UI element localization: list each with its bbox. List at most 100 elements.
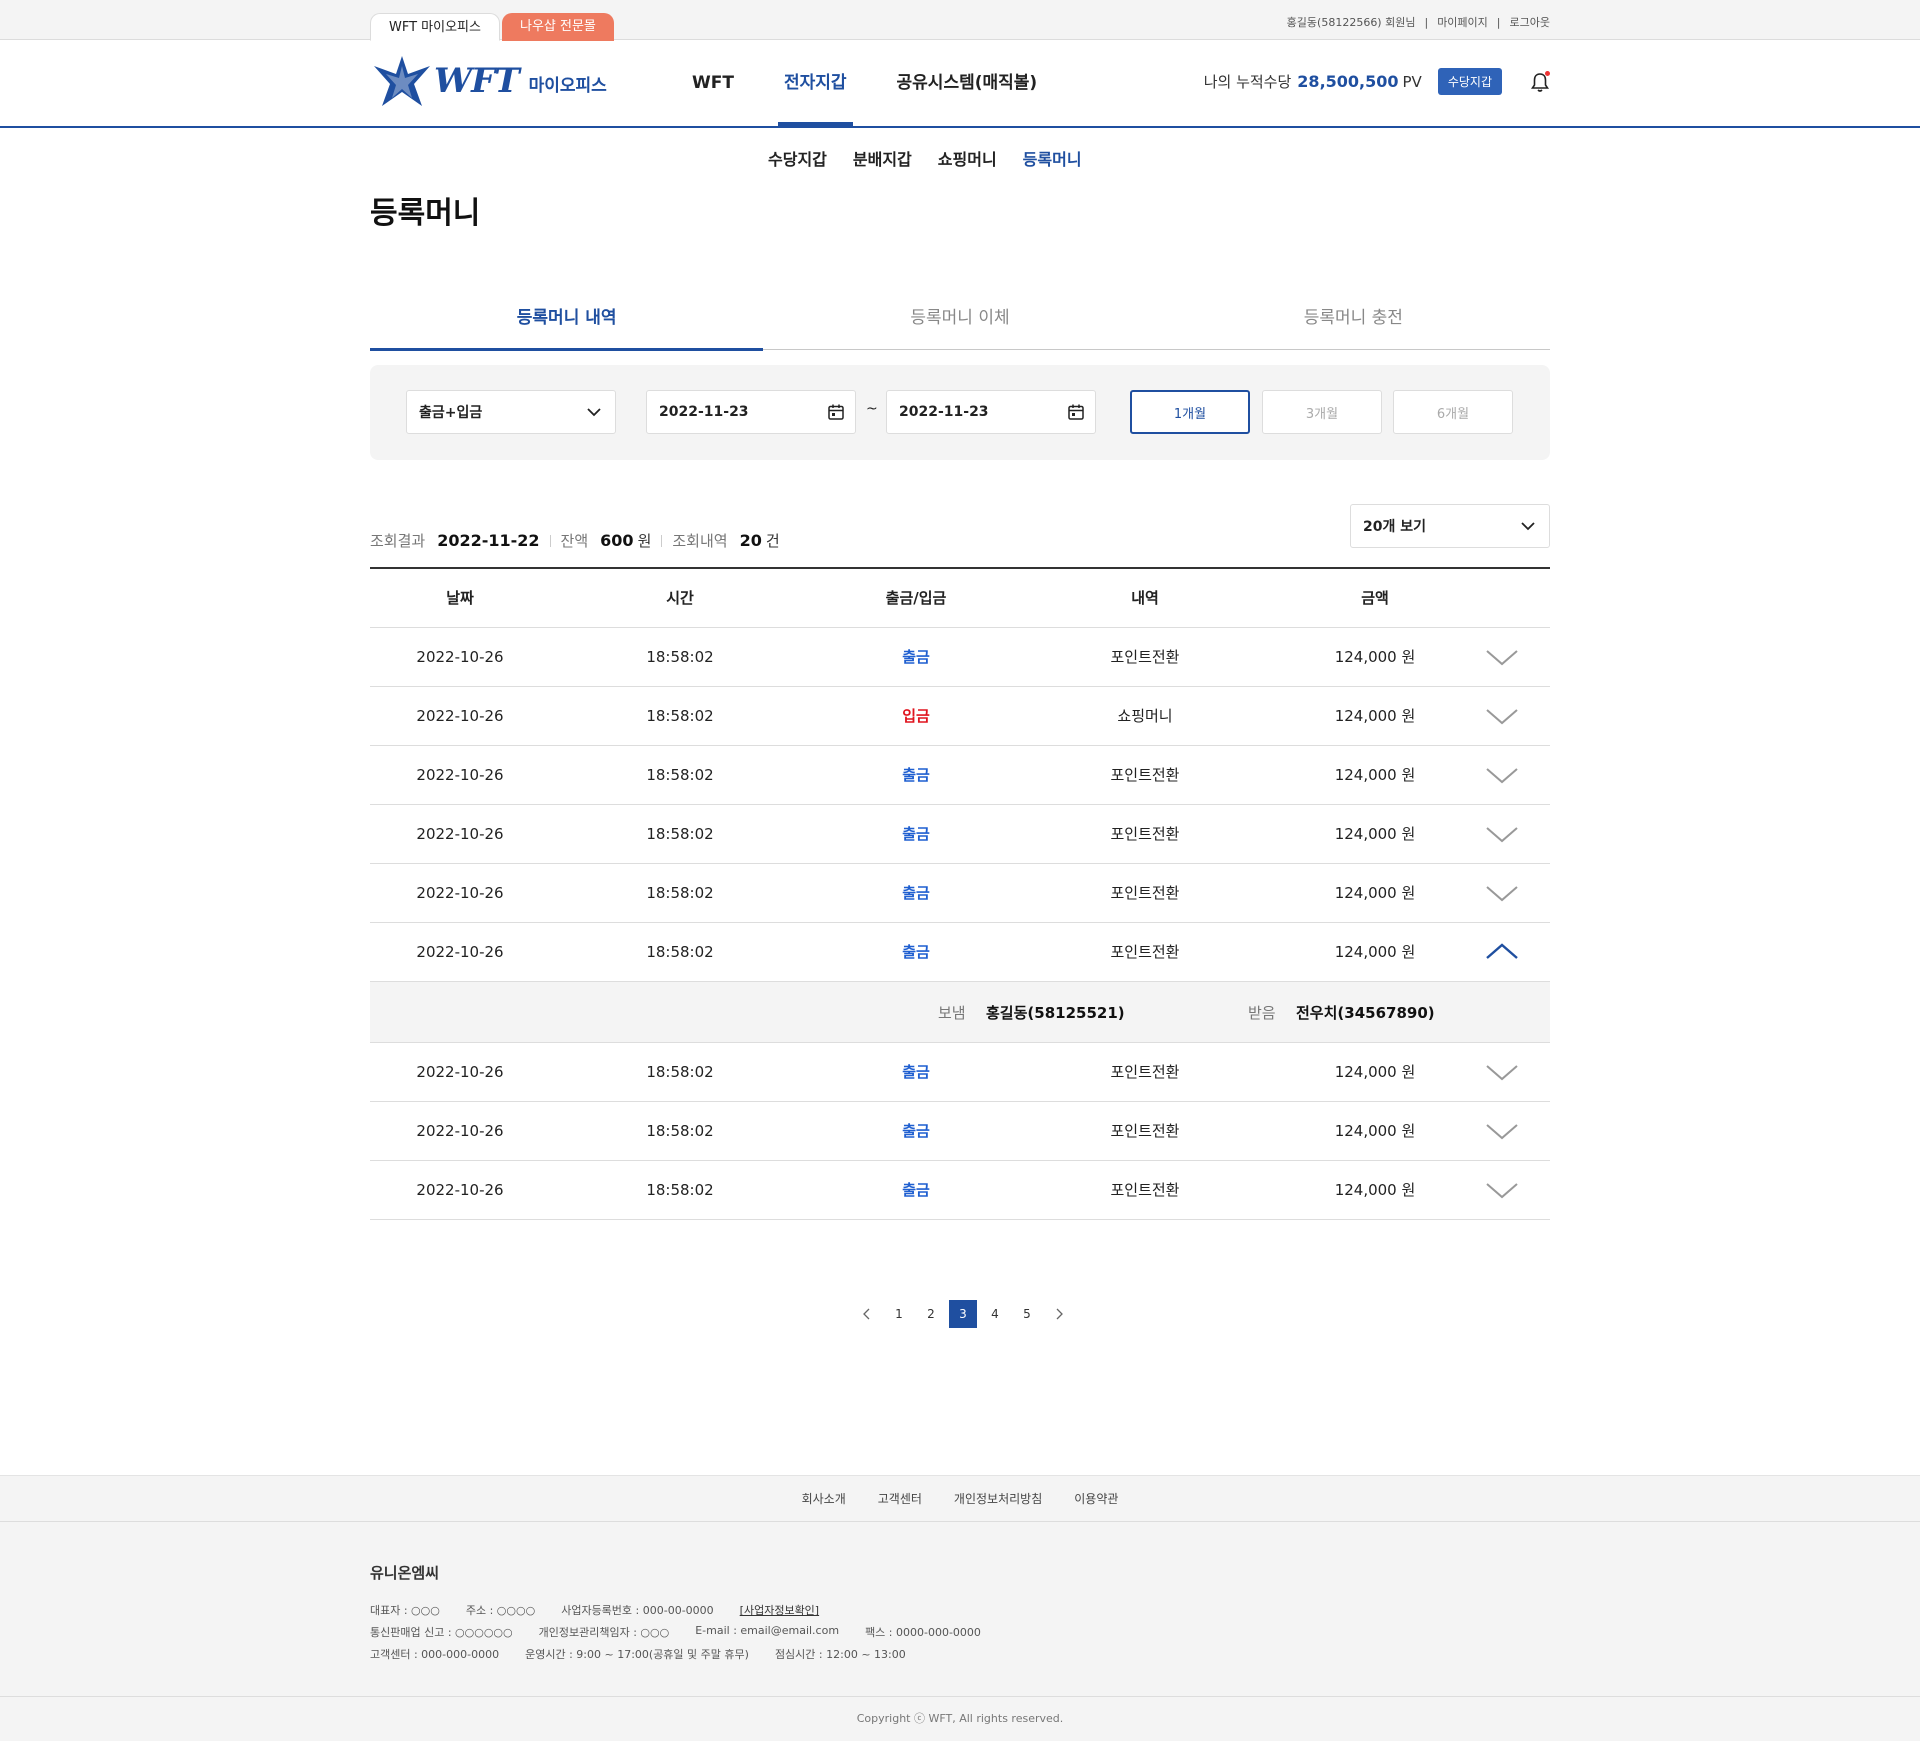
chevron-down-icon[interactable] — [1480, 1161, 1524, 1219]
row-time: 18:58:02 — [646, 884, 714, 902]
count-value: 20 — [739, 531, 762, 550]
result-summary: 조회결과 2022-11-22 잔액 600 원 조회내역 20 건 — [370, 530, 780, 551]
table-row[interactable]: 2022-10-26 18:58:02 출금 포인트전환 124,000 원 — [370, 923, 1550, 982]
footer-info: 유니온엠씨 대표자 : ○○○ 주소 : ○○○○ 사업자등록번호 : 000-… — [0, 1522, 1920, 1697]
chevron-down-icon[interactable] — [1480, 746, 1524, 804]
site-tabs: WFT 마이오피스 나우샵 전문몰 — [370, 13, 614, 41]
content-tabs: 등록머니 내역 등록머니 이체 등록머니 충전 — [370, 298, 1550, 351]
subnav-distribution-wallet[interactable]: 분배지갑 — [853, 146, 912, 170]
date-from-input[interactable]: 2022-11-23 — [646, 390, 856, 434]
row-amount: 124,000 원 — [1334, 766, 1416, 784]
date-range-separator: ~ — [866, 401, 878, 417]
row-time: 18:58:02 — [646, 825, 714, 843]
site-tab-myoffice[interactable]: WFT 마이오피스 — [370, 13, 500, 41]
chevron-down-icon[interactable] — [1480, 1043, 1524, 1101]
pagination: 1 2 3 4 5 — [853, 1300, 1077, 1328]
balance-label: 잔액 — [560, 532, 589, 550]
table-row[interactable]: 2022-10-26 18:58:02 출금 포인트전환 124,000 원 — [370, 1161, 1550, 1220]
footer-link-support[interactable]: 고객센터 — [878, 1490, 922, 1507]
table-row[interactable]: 2022-10-26 18:58:02 출금 포인트전환 124,000 원 — [370, 746, 1550, 805]
row-date: 2022-10-26 — [416, 1063, 504, 1081]
type-select[interactable]: 출금+입금 — [406, 390, 616, 434]
nav-item-wft[interactable]: WFT — [686, 40, 740, 126]
page-1[interactable]: 1 — [885, 1300, 913, 1328]
ceo: 대표자 : ○○○ — [370, 1604, 440, 1617]
site-tab-nowshop[interactable]: 나우샵 전문몰 — [501, 13, 614, 41]
chevron-down-icon[interactable] — [1480, 1102, 1524, 1160]
subnav-allowance-wallet[interactable]: 수당지갑 — [768, 146, 827, 170]
chevron-down-icon[interactable] — [1480, 687, 1524, 745]
footer-link-privacy[interactable]: 개인정보처리방침 — [954, 1490, 1042, 1507]
row-desc: 포인트전환 — [1110, 648, 1180, 666]
company-name: 유니온엠씨 — [370, 1564, 440, 1582]
table-row[interactable]: 2022-10-26 18:58:02 출금 포인트전환 124,000 원 — [370, 805, 1550, 864]
row-amount: 124,000 원 — [1334, 1181, 1416, 1199]
history-table: 날짜 시간 출금/입금 내역 금액 2022-10-26 18:58:02 출금 포인… — [370, 567, 1550, 1220]
mail-order-report: 통신판매업 신고 : ○○○○○○ — [370, 1626, 513, 1639]
row-time: 18:58:02 — [646, 707, 714, 725]
period-1month-button[interactable]: 1개월 — [1130, 390, 1250, 434]
result-label: 조회결과 — [370, 532, 426, 550]
table-row[interactable]: 2022-10-26 18:58:02 출금 포인트전환 124,000 원 — [370, 1102, 1550, 1161]
mypage-link[interactable]: 마이페이지 — [1437, 14, 1488, 30]
bell-icon[interactable] — [1530, 70, 1550, 93]
divider: | — [1424, 15, 1429, 29]
footer-link-terms[interactable]: 이용약관 — [1074, 1490, 1118, 1507]
page-4[interactable]: 4 — [981, 1300, 1009, 1328]
table-row[interactable]: 2022-10-26 18:58:02 출금 포인트전환 124,000 원 — [370, 864, 1550, 923]
divider — [549, 534, 551, 547]
chevron-up-icon[interactable] — [1480, 923, 1524, 981]
page-5[interactable]: 5 — [1013, 1300, 1041, 1328]
page-2[interactable]: 2 — [917, 1300, 945, 1328]
address: 주소 : ○○○○ — [465, 1604, 536, 1617]
logo-star-icon — [374, 56, 430, 106]
calendar-icon[interactable] — [827, 403, 845, 421]
page-3[interactable]: 3 — [949, 1300, 977, 1328]
footer-info-line: 통신판매업 신고 : ○○○○○○ 개인정보관리책임자 : ○○○ E-mail… — [370, 1624, 1007, 1640]
chevron-down-icon[interactable] — [1480, 805, 1524, 863]
logo-word: WFT — [434, 61, 520, 101]
period-6month-button[interactable]: 6개월 — [1393, 390, 1513, 434]
tab-history[interactable]: 등록머니 내역 — [370, 298, 764, 351]
logout-link[interactable]: 로그아웃 — [1510, 14, 1550, 30]
table-row[interactable]: 2022-10-26 18:58:02 출금 포인트전환 124,000 원 — [370, 628, 1550, 687]
next-page-icon[interactable] — [1045, 1300, 1073, 1328]
col-amount: 금액 — [1361, 589, 1389, 607]
sender-label: 보냄 — [938, 1004, 966, 1022]
row-type: 출금 — [902, 943, 930, 961]
footer-links: 회사소개 고객센터 개인정보처리방침 이용약관 — [0, 1475, 1920, 1522]
chevron-down-icon[interactable] — [1480, 864, 1524, 922]
main-nav: WFT 전자지갑 공유시스템(매직볼) — [686, 40, 1081, 126]
fax: 팩스 : 0000-000-0000 — [865, 1626, 981, 1639]
nav-item-wallet[interactable]: 전자지갑 — [777, 40, 853, 126]
row-date: 2022-10-26 — [416, 648, 504, 666]
subnav-registration-money[interactable]: 등록머니 — [1023, 146, 1082, 170]
row-desc: 포인트전환 — [1110, 943, 1180, 961]
row-date: 2022-10-26 — [416, 1181, 504, 1199]
chevron-down-icon[interactable] — [1480, 628, 1524, 686]
period-3month-button[interactable]: 3개월 — [1262, 390, 1382, 434]
subnav-shopping-money[interactable]: 쇼핑머니 — [938, 146, 997, 170]
table-row[interactable]: 2022-10-26 18:58:02 출금 포인트전환 124,000 원 — [370, 1043, 1550, 1102]
footer-link-about[interactable]: 회사소개 — [802, 1490, 846, 1507]
user-links: 홍길동(58122566) 회원님 | 마이페이지 | 로그아웃 — [1287, 14, 1550, 30]
table-row[interactable]: 2022-10-26 18:58:02 입금 쇼핑머니 124,000 원 — [370, 687, 1550, 746]
nav-item-magicball[interactable]: 공유시스템(매직볼) — [891, 40, 1044, 126]
row-time: 18:58:02 — [646, 943, 714, 961]
logo[interactable]: WFT 마이오피스 — [370, 54, 607, 108]
accum-value: 28,500,500 — [1297, 72, 1399, 91]
per-page-select[interactable]: 20개 보기 — [1350, 504, 1550, 548]
tab-transfer[interactable]: 등록머니 이체 — [763, 298, 1156, 349]
allowance-wallet-button[interactable]: 수당지갑 — [1437, 68, 1502, 95]
calendar-icon[interactable] — [1067, 403, 1085, 421]
biz-info-link[interactable]: [사업자정보확인] — [740, 1602, 819, 1618]
row-type: 출금 — [902, 766, 930, 784]
row-desc: 포인트전환 — [1110, 825, 1180, 843]
tab-charge[interactable]: 등록머니 충전 — [1157, 298, 1550, 349]
support-phone: 고객센터 : 000-000-0000 — [370, 1648, 500, 1661]
row-desc: 포인트전환 — [1110, 766, 1180, 784]
date-to-input[interactable]: 2022-11-23 — [886, 390, 1096, 434]
sender-value: 홍길동(58125521) — [986, 1004, 1125, 1022]
divider: | — [1496, 15, 1501, 29]
prev-page-icon[interactable] — [853, 1300, 881, 1328]
